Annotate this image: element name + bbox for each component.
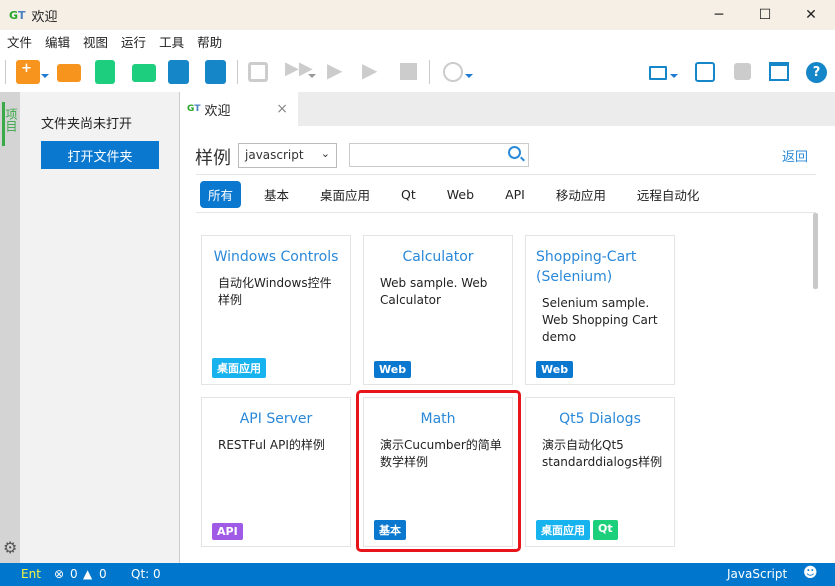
- minimize-button[interactable]: ─: [696, 0, 742, 30]
- smiley-icon[interactable]: ☻: [803, 565, 818, 581]
- card-desc: 演示自动化Qt5 standarddialogs样例: [542, 438, 663, 469]
- sample-card[interactable]: API Server RESTFul API的样例 API: [201, 397, 351, 547]
- qt-spy-icon[interactable]: [443, 62, 463, 82]
- sidebar: 文件夹尚未打开 打开文件夹: [20, 92, 180, 563]
- run-icon[interactable]: ▶: [362, 58, 386, 82]
- card-title: Calculator: [402, 249, 474, 265]
- filter-remote[interactable]: 远程自动化: [629, 181, 708, 208]
- help-icon[interactable]: ?: [806, 62, 827, 83]
- record-icon[interactable]: [649, 66, 667, 80]
- highlight-box: [356, 390, 521, 552]
- card-tag: 桌面应用: [536, 520, 590, 540]
- close-button[interactable]: ✕: [788, 0, 834, 30]
- search-icon[interactable]: [508, 146, 521, 159]
- window-title: 欢迎: [31, 9, 58, 25]
- app-logo-icon: GT: [187, 104, 201, 114]
- tab-bar: GT 欢迎 ×: [181, 92, 835, 126]
- card-title: Qt5 Dialogs: [559, 411, 641, 427]
- project-tab[interactable]: 项目: [2, 102, 20, 146]
- sample-card[interactable]: Qt5 Dialogs 演示自动化Qt5 standarddialogs样例 桌…: [525, 397, 675, 547]
- tab-welcome[interactable]: GT 欢迎 ×: [181, 92, 298, 126]
- filter-api[interactable]: API: [497, 183, 533, 206]
- filter-mobile[interactable]: 移动应用: [548, 181, 614, 208]
- sample-card[interactable]: Windows Controls 自动化Windows控件样例 桌面应用: [201, 235, 351, 385]
- title-bar: GT 欢迎 ─ ☐ ✕: [0, 0, 835, 30]
- samples-panel: 样例 javascript ⌄ 返回 所有 基本 桌面应用 Qt Web API …: [181, 126, 835, 563]
- status-bar: Ent ⊗ 0 ▲ 0 Qt: 0 JavaScript ☻: [0, 563, 835, 586]
- card-title: Shopping-Cart (Selenium): [536, 249, 637, 285]
- menu-tools[interactable]: 工具: [159, 32, 184, 51]
- run-step-icon[interactable]: ▶: [327, 58, 351, 82]
- menu-view[interactable]: 视图: [83, 32, 108, 51]
- card-tag: Qt: [593, 520, 618, 540]
- language-value: javascript: [245, 148, 304, 162]
- search-input[interactable]: [349, 143, 529, 167]
- menu-bar: 文件 编辑 视图 运行 工具 帮助: [0, 30, 835, 52]
- scrollbar[interactable]: [813, 213, 818, 289]
- no-folder-text: 文件夹尚未打开: [41, 117, 133, 132]
- sample-card[interactable]: Calculator Web sample. Web Calculator We…: [363, 235, 513, 385]
- card-desc: 自动化Windows控件样例: [218, 276, 332, 307]
- menu-help[interactable]: 帮助: [197, 32, 222, 51]
- filter-web[interactable]: Web: [439, 183, 482, 206]
- card-desc: Selenium sample. Web Shopping Cart demo: [542, 296, 658, 344]
- card-tag: Web: [374, 361, 412, 378]
- filter-all[interactable]: 所有: [200, 181, 242, 208]
- menu-edit[interactable]: 编辑: [45, 32, 70, 51]
- mode-indicator[interactable]: Ent: [21, 567, 41, 581]
- layout-icon[interactable]: [769, 62, 789, 81]
- card-tag: 桌面应用: [212, 358, 266, 378]
- app-logo: GT: [9, 8, 26, 22]
- new-file-icon[interactable]: [95, 60, 115, 84]
- open-folder-button[interactable]: 打开文件夹: [41, 141, 159, 169]
- save-all-icon[interactable]: [205, 60, 226, 84]
- new-js-file-icon[interactable]: +: [16, 60, 40, 84]
- save-icon[interactable]: [168, 60, 189, 84]
- card-tag: API: [212, 523, 243, 540]
- filter-desktop[interactable]: 桌面应用: [312, 181, 378, 208]
- menu-run[interactable]: 运行: [121, 32, 146, 51]
- error-icon: ⊗: [54, 567, 65, 581]
- card-title: Windows Controls: [213, 249, 339, 265]
- toolbar: + ▶▶ ▶ ▶ ?: [0, 52, 835, 92]
- qt-status[interactable]: Qt: 0: [131, 567, 161, 581]
- close-tab-icon[interactable]: ×: [276, 101, 288, 117]
- open-file-icon[interactable]: [132, 64, 156, 82]
- palette-icon[interactable]: [695, 62, 715, 82]
- gear-icon[interactable]: ⚙: [3, 538, 17, 557]
- menu-file[interactable]: 文件: [7, 32, 32, 51]
- language-mode[interactable]: JavaScript: [727, 567, 787, 581]
- sample-card[interactable]: Shopping-Cart (Selenium) Selenium sample…: [525, 235, 675, 385]
- box-icon[interactable]: [734, 63, 751, 80]
- card-tag: Web: [536, 361, 574, 378]
- activity-bar: 项目 ⚙: [0, 92, 20, 563]
- warning-icon: ▲: [83, 567, 93, 581]
- tab-label: 欢迎: [204, 103, 231, 119]
- run-all-icon[interactable]: ▶▶: [285, 58, 313, 82]
- back-link[interactable]: 返回: [782, 146, 808, 165]
- warning-count[interactable]: 0: [99, 567, 107, 581]
- filter-bar: 所有 基本 桌面应用 Qt Web API 移动应用 远程自动化: [200, 181, 722, 208]
- check-icon[interactable]: [248, 62, 268, 82]
- card-desc: RESTFul API的样例: [218, 438, 325, 452]
- open-folder-icon[interactable]: [57, 64, 81, 82]
- language-select[interactable]: javascript ⌄: [238, 143, 337, 168]
- samples-heading: 样例: [195, 148, 231, 169]
- chevron-down-icon: ⌄: [320, 147, 330, 160]
- card-desc: Web sample. Web Calculator: [380, 276, 488, 307]
- card-title: API Server: [239, 411, 313, 427]
- error-count[interactable]: 0: [70, 567, 78, 581]
- filter-basic[interactable]: 基本: [256, 181, 297, 208]
- stop-icon[interactable]: [400, 63, 417, 80]
- filter-qt[interactable]: Qt: [393, 183, 424, 206]
- maximize-button[interactable]: ☐: [742, 0, 788, 30]
